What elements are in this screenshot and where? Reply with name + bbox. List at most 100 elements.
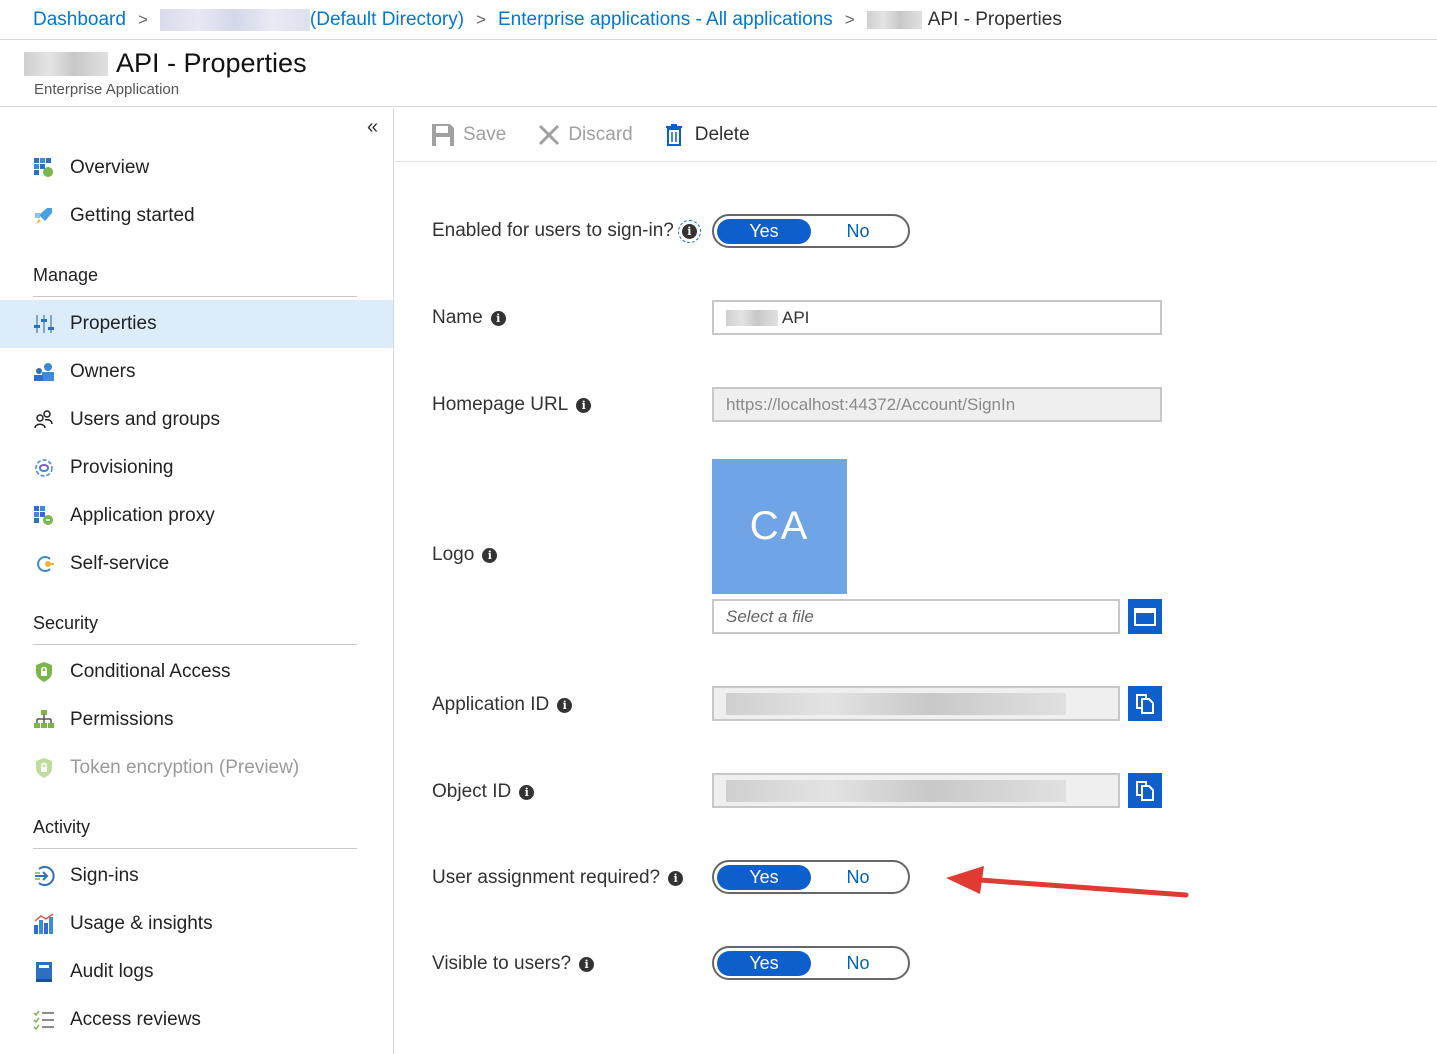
app-logo: CA [712, 459, 847, 594]
name-field-value: API [782, 307, 810, 327]
trash-icon [665, 123, 683, 146]
sidebar-item-label: Audit logs [70, 961, 154, 982]
logo-file-placeholder: Select a file [726, 606, 814, 626]
sidebar-item-label: Overview [70, 157, 150, 178]
redacted-app-name [24, 51, 108, 76]
sidebar-item-permissions[interactable]: Permissions [0, 696, 393, 744]
visible-to-users-toggle[interactable]: Yes No [712, 946, 910, 980]
user-assignment-text: User assignment required? [432, 867, 661, 888]
object-id-text: Object ID [432, 781, 512, 802]
name-field[interactable]: API [712, 300, 1162, 335]
sidebar-item-label: Permissions [70, 709, 174, 730]
command-bar: Save Discard Delete [395, 108, 1437, 162]
toggle-no-option[interactable]: No [811, 219, 905, 244]
info-icon[interactable]: i [482, 547, 498, 563]
redacted-guid [726, 692, 1066, 715]
section-header-manage: Manage [33, 265, 357, 297]
sidebar-item-application-proxy[interactable]: Application proxy [0, 492, 393, 540]
properties-sliders-icon [33, 313, 55, 335]
info-icon[interactable]: i [579, 956, 595, 972]
save-button[interactable]: Save [431, 123, 506, 147]
logo-file-input[interactable]: Select a file [712, 599, 1120, 634]
sidebar-item-access-reviews[interactable]: Access reviews [0, 996, 393, 1044]
copy-object-id-button[interactable] [1128, 773, 1162, 808]
sidebar-item-users-and-groups[interactable]: Users and groups [0, 396, 393, 444]
sidebar-item-sign-ins[interactable]: Sign-ins [0, 852, 393, 900]
sidebar-item-label: Properties [70, 313, 157, 334]
permissions-tree-icon [33, 709, 55, 731]
info-icon[interactable]: i [576, 397, 592, 413]
name-label: Name i [432, 307, 506, 329]
sidebar-item-conditional-access[interactable]: Conditional Access [0, 648, 393, 696]
application-id-label: Application ID i [432, 694, 573, 716]
checklist-icon [33, 1009, 55, 1031]
sidebar-item-properties[interactable]: Properties [0, 300, 393, 348]
toggle-yes-option[interactable]: Yes [717, 218, 811, 244]
discard-button[interactable]: Discard [538, 124, 633, 146]
info-icon[interactable]: i [519, 784, 535, 800]
sidebar-item-overview[interactable]: Overview [0, 144, 393, 192]
homepage-url-text: Homepage URL [432, 394, 569, 415]
provisioning-sync-icon [33, 457, 55, 479]
page-title-text: API - Properties [116, 48, 307, 78]
section-header-security: Security [33, 613, 357, 645]
overview-grid-icon [33, 157, 55, 179]
toggle-no-option[interactable]: No [811, 865, 905, 890]
sidebar-item-label: Provisioning [70, 457, 174, 478]
info-icon[interactable]: i [490, 310, 506, 326]
browse-file-button[interactable] [1128, 599, 1162, 634]
sidebar-item-provisioning[interactable]: Provisioning [0, 444, 393, 492]
copy-icon [1135, 693, 1155, 715]
sidebar-item-label: Application proxy [70, 505, 215, 526]
bar-chart-icon [33, 913, 55, 935]
page-subtitle: Enterprise Application [34, 81, 180, 98]
delete-button[interactable]: Delete [665, 123, 750, 146]
sidebar-item-token-encryption[interactable]: Token encryption (Preview) [0, 744, 393, 792]
self-service-icon [33, 553, 55, 575]
copy-application-id-button[interactable] [1128, 686, 1162, 721]
shield-lock-icon [33, 661, 55, 683]
sidebar-item-label: Conditional Access [70, 661, 231, 682]
toggle-yes-option[interactable]: Yes [717, 950, 811, 976]
collapse-sidebar-icon[interactable]: « [367, 116, 378, 139]
toggle-yes-option[interactable]: Yes [717, 864, 811, 890]
sidebar-item-audit-logs[interactable]: Audit logs [0, 948, 393, 996]
object-id-field[interactable] [712, 773, 1120, 808]
object-id-label: Object ID i [432, 781, 535, 803]
save-label: Save [463, 123, 507, 145]
section-header-activity: Activity [33, 817, 357, 849]
logo-label-text: Logo [432, 544, 475, 565]
sidebar-item-self-service[interactable]: Self-service [0, 540, 393, 588]
application-id-text: Application ID [432, 694, 550, 715]
page-title: API - Properties [24, 48, 307, 79]
breadcrumb-dashboard[interactable]: Dashboard [33, 9, 126, 31]
homepage-url-field[interactable]: https://localhost:44372/Account/SignIn [712, 387, 1162, 422]
page-header: API - Properties Enterprise Application [0, 40, 1437, 107]
audit-book-icon [33, 961, 55, 983]
sidebar-item-label: Access reviews [70, 1009, 201, 1030]
redacted-app-name [866, 10, 922, 29]
sidebar-item-usage-insights[interactable]: Usage & insights [0, 900, 393, 948]
toggle-no-option[interactable]: No [811, 951, 905, 976]
visible-to-users-label: Visible to users? i [432, 953, 595, 975]
user-assignment-toggle[interactable]: Yes No [712, 860, 910, 894]
sidebar-item-getting-started[interactable]: Getting started [0, 192, 393, 240]
info-icon[interactable]: i [677, 219, 701, 243]
breadcrumb-enterprise-apps[interactable]: Enterprise applications - All applicatio… [498, 9, 833, 31]
sidebar-item-owners[interactable]: Owners [0, 348, 393, 396]
sidebar-item-label: Users and groups [70, 409, 220, 430]
info-icon[interactable]: i [668, 870, 684, 886]
application-id-field[interactable] [712, 686, 1120, 721]
enabled-sign-in-text: Enabled for users to sign-in? [432, 220, 674, 241]
annotation-arrow-icon [946, 866, 1189, 898]
sidebar-item-label: Token encryption (Preview) [70, 757, 300, 778]
delete-label: Delete [694, 123, 750, 145]
info-icon[interactable]: i [557, 697, 573, 713]
redacted-app-name [726, 309, 778, 326]
enabled-sign-in-toggle[interactable]: Yes No [712, 214, 910, 248]
visible-to-users-text: Visible to users? [432, 953, 572, 974]
breadcrumb-directory[interactable]: (Default Directory) [310, 9, 464, 31]
enabled-sign-in-label: Enabled for users to sign-in? i [432, 219, 701, 243]
user-assignment-label: User assignment required? i [432, 867, 684, 889]
chevron-right-icon: > [476, 9, 486, 29]
